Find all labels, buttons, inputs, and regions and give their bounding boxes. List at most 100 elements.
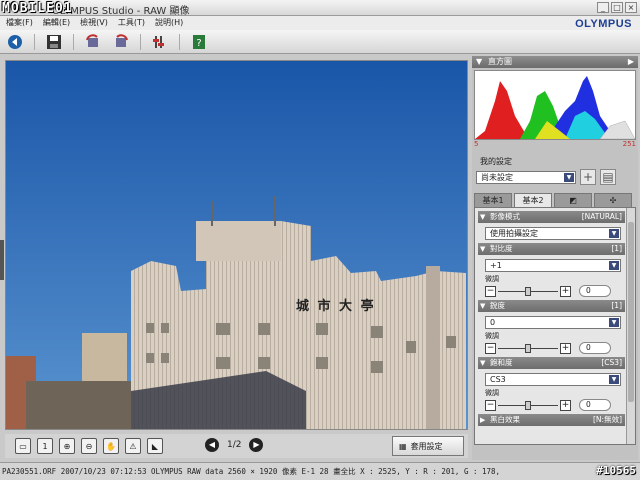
page-indicator: 1/2 bbox=[227, 440, 242, 450]
next-page-button[interactable]: ▶ bbox=[249, 438, 264, 452]
preset-value: 尚未設定 bbox=[481, 172, 513, 182]
toolbar-divider bbox=[179, 33, 180, 50]
chevron-down-icon: ▼ bbox=[609, 375, 619, 384]
expand-arrow-icon[interactable]: ▶ bbox=[628, 56, 634, 68]
tab-basic1[interactable]: 基本1 bbox=[474, 193, 512, 207]
viewer-toolbar: ▭ 1 ⊕ ⊖ ✋ ⚠ ◣ ◀ 1/2 ▶ ▦ 套用設定 bbox=[5, 434, 468, 458]
tab-advanced-icon[interactable]: ✣ bbox=[594, 193, 632, 207]
saturation-select[interactable]: CS3 ▼ bbox=[485, 373, 621, 386]
minus-button[interactable]: − bbox=[485, 399, 496, 411]
zoom-in-icon[interactable]: ⊕ bbox=[59, 438, 75, 454]
settings-icon[interactable] bbox=[151, 33, 169, 51]
menu-help[interactable]: 說明(H) bbox=[155, 16, 183, 30]
watermark: MOBILE01 bbox=[2, 1, 73, 16]
watermark-id: #10565 bbox=[596, 464, 636, 477]
saturation-slider: − + 0 bbox=[485, 399, 635, 411]
histogram-header[interactable]: ▼ 直方圖 ▶ bbox=[472, 56, 638, 68]
section-value: [NATURAL] bbox=[581, 212, 622, 221]
apply-settings-label: 套用設定 bbox=[410, 441, 443, 451]
toolbar-divider bbox=[73, 33, 74, 50]
close-button[interactable]: × bbox=[625, 2, 637, 13]
section-saturation[interactable]: ▼ 飽和度 [CS3] bbox=[478, 357, 625, 369]
histogram-min: 5 bbox=[474, 140, 479, 148]
section-sharpness[interactable]: ▼ 銳度 [1] bbox=[478, 300, 625, 312]
slider-knob[interactable] bbox=[525, 400, 531, 410]
slider-track[interactable] bbox=[498, 343, 558, 354]
contrast-value-field[interactable]: 0 bbox=[579, 285, 611, 297]
actual-size-icon[interactable]: 1 bbox=[37, 438, 53, 454]
histogram-scale: 5 251 bbox=[474, 140, 636, 150]
menu-bar: 檔案(F) 編輯(E) 檢視(V) 工具(T) 說明(H) bbox=[0, 16, 640, 30]
preset-label: 我的設定 bbox=[480, 157, 512, 166]
minimize-button[interactable]: _ bbox=[597, 2, 609, 13]
fine-tune-label: 微調 bbox=[485, 275, 499, 283]
sharpness-slider: − + 0 bbox=[485, 342, 635, 354]
contrast-slider: − + 0 bbox=[485, 285, 635, 297]
building-sign: 城 市 大 亭 bbox=[296, 299, 376, 314]
maximize-button[interactable]: □ bbox=[611, 2, 623, 13]
menu-view[interactable]: 檢視(V) bbox=[80, 16, 108, 30]
select-value: 使用拍攝設定 bbox=[490, 229, 538, 238]
tab-basic2[interactable]: 基本2 bbox=[514, 193, 552, 207]
adjustment-panel: ▼ 直方圖 ▶ 5 251 我的設定 尚未設定 ▼ + ▤ 基本1 基本2 ◩ … bbox=[472, 56, 638, 460]
chevron-down-icon: ▼ bbox=[609, 261, 619, 270]
menu-tools[interactable]: 工具(T) bbox=[118, 16, 145, 30]
title-bar: OLYMPUS Studio - RAW 顯像 _ □ × bbox=[0, 0, 640, 17]
expand-icon: ▶ bbox=[480, 416, 486, 424]
preset-row: 尚未設定 ▼ + ▤ bbox=[476, 169, 638, 185]
slider-knob[interactable] bbox=[525, 343, 531, 353]
panel-collapse-handle[interactable] bbox=[0, 240, 4, 280]
fine-tune-label: 微調 bbox=[485, 389, 499, 397]
saturation-value-field[interactable]: 0 bbox=[579, 399, 611, 411]
sharpness-select[interactable]: 0 ▼ bbox=[485, 316, 621, 329]
collapse-icon: ▼ bbox=[480, 302, 486, 310]
window-controls: _ □ × bbox=[597, 2, 637, 13]
tab-tone-curve-icon[interactable]: ◩ bbox=[554, 193, 592, 207]
section-title: 銳度 bbox=[490, 301, 505, 310]
rotate-left-icon[interactable] bbox=[84, 33, 102, 51]
minus-button[interactable]: − bbox=[485, 285, 496, 297]
prev-page-button[interactable]: ◀ bbox=[205, 438, 219, 452]
highlight-warning-icon[interactable]: ⚠ bbox=[125, 438, 141, 454]
save-icon[interactable] bbox=[45, 33, 63, 51]
shadow-warning-icon[interactable]: ◣ bbox=[147, 438, 163, 454]
contrast-select[interactable]: +1 ▼ bbox=[485, 259, 621, 272]
delete-preset-icon[interactable]: ▤ bbox=[600, 169, 616, 185]
toolbar-divider bbox=[34, 33, 35, 50]
toolbar-divider bbox=[140, 33, 141, 50]
slider-knob[interactable] bbox=[525, 286, 531, 296]
brand-logo: OLYMPUS bbox=[575, 18, 632, 30]
histogram bbox=[474, 70, 636, 140]
page-navigation: ◀ 1/2 ▶ bbox=[205, 438, 264, 452]
section-monotone[interactable]: ▶ 黑白效果 [N:無效] bbox=[478, 414, 625, 426]
apply-settings-button[interactable]: ▦ 套用設定 bbox=[392, 436, 464, 456]
preset-select[interactable]: 尚未設定 ▼ bbox=[476, 170, 576, 184]
plus-button[interactable]: + bbox=[560, 342, 571, 354]
menu-edit[interactable]: 編輯(E) bbox=[43, 16, 70, 30]
rotate-right-icon[interactable] bbox=[112, 33, 130, 51]
fit-view-icon[interactable]: ▭ bbox=[15, 438, 31, 454]
hand-tool-icon[interactable]: ✋ bbox=[103, 438, 119, 454]
add-preset-button[interactable]: + bbox=[580, 169, 596, 185]
slider-track[interactable] bbox=[498, 400, 558, 411]
zoom-out-icon[interactable]: ⊖ bbox=[81, 438, 97, 454]
help-icon[interactable]: ? bbox=[190, 33, 208, 51]
plus-button[interactable]: + bbox=[560, 399, 571, 411]
section-value: [CS3] bbox=[601, 358, 622, 367]
section-contrast[interactable]: ▼ 對比度 [1] bbox=[478, 243, 625, 255]
menu-file[interactable]: 檔案(F) bbox=[6, 16, 33, 30]
collapse-icon: ▼ bbox=[476, 57, 483, 66]
slider-track[interactable] bbox=[498, 286, 558, 297]
picture-mode-select[interactable]: 使用拍攝設定 ▼ bbox=[485, 227, 621, 240]
scrollbar-thumb[interactable] bbox=[628, 222, 634, 402]
plus-button[interactable]: + bbox=[560, 285, 571, 297]
section-picture-mode[interactable]: ▼ 影像模式 [NATURAL] bbox=[478, 211, 625, 223]
back-icon[interactable] bbox=[6, 33, 24, 51]
panel-scrollbar[interactable] bbox=[626, 208, 635, 444]
chevron-down-icon: ▼ bbox=[609, 229, 619, 238]
section-title: 黑白效果 bbox=[490, 415, 520, 424]
section-value: [1] bbox=[611, 244, 622, 253]
select-value: 0 bbox=[490, 318, 496, 327]
sharpness-value-field[interactable]: 0 bbox=[579, 342, 611, 354]
minus-button[interactable]: − bbox=[485, 342, 496, 354]
